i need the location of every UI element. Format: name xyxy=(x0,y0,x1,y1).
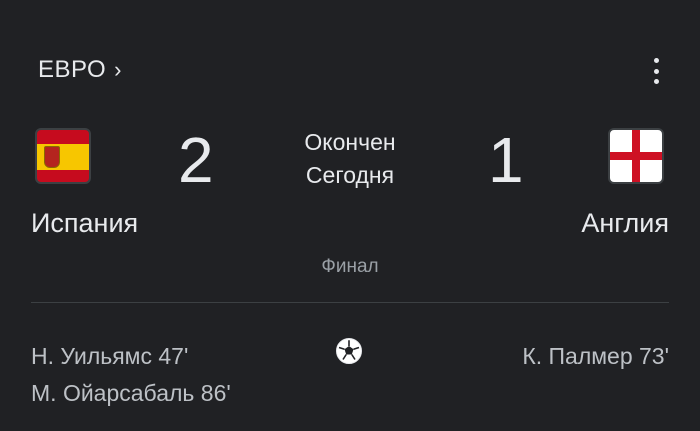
match-status: Окончен Сегодня xyxy=(250,126,450,192)
more-dot-3 xyxy=(653,79,659,84)
match-round: Финал xyxy=(321,256,379,277)
soccer-ball-icon xyxy=(336,338,362,364)
away-scorers: К. Палмер 73' xyxy=(522,338,669,375)
match-status-label: Окончен xyxy=(304,129,396,155)
home-score: 2 xyxy=(178,124,214,196)
home-scorers: Н. Уильямс 47' М. Ойарсабаль 86' xyxy=(31,338,231,412)
competition-label: ЕВРО xyxy=(38,56,107,83)
competition-link[interactable]: ЕВРО › xyxy=(38,56,122,84)
match-date: Сегодня xyxy=(305,162,395,188)
home-scorer: Н. Уильямс 47' xyxy=(31,343,189,369)
spain-coat-of-arms xyxy=(44,146,60,168)
away-score: 1 xyxy=(488,124,524,196)
away-team-name[interactable]: Англия xyxy=(581,208,669,239)
away-scorer: К. Палмер 73' xyxy=(522,343,669,369)
england-cross-horizontal xyxy=(610,152,662,160)
more-vert-icon[interactable] xyxy=(650,58,662,84)
chevron-right-icon: › xyxy=(114,57,122,82)
more-dot-2 xyxy=(653,68,659,74)
home-team-name[interactable]: Испания xyxy=(31,208,138,239)
spain-flag-icon[interactable] xyxy=(35,128,91,184)
more-dot-1 xyxy=(653,58,659,63)
england-flag-icon[interactable] xyxy=(608,128,664,184)
home-scorer: М. Ойарсабаль 86' xyxy=(31,380,231,406)
divider xyxy=(31,302,669,303)
